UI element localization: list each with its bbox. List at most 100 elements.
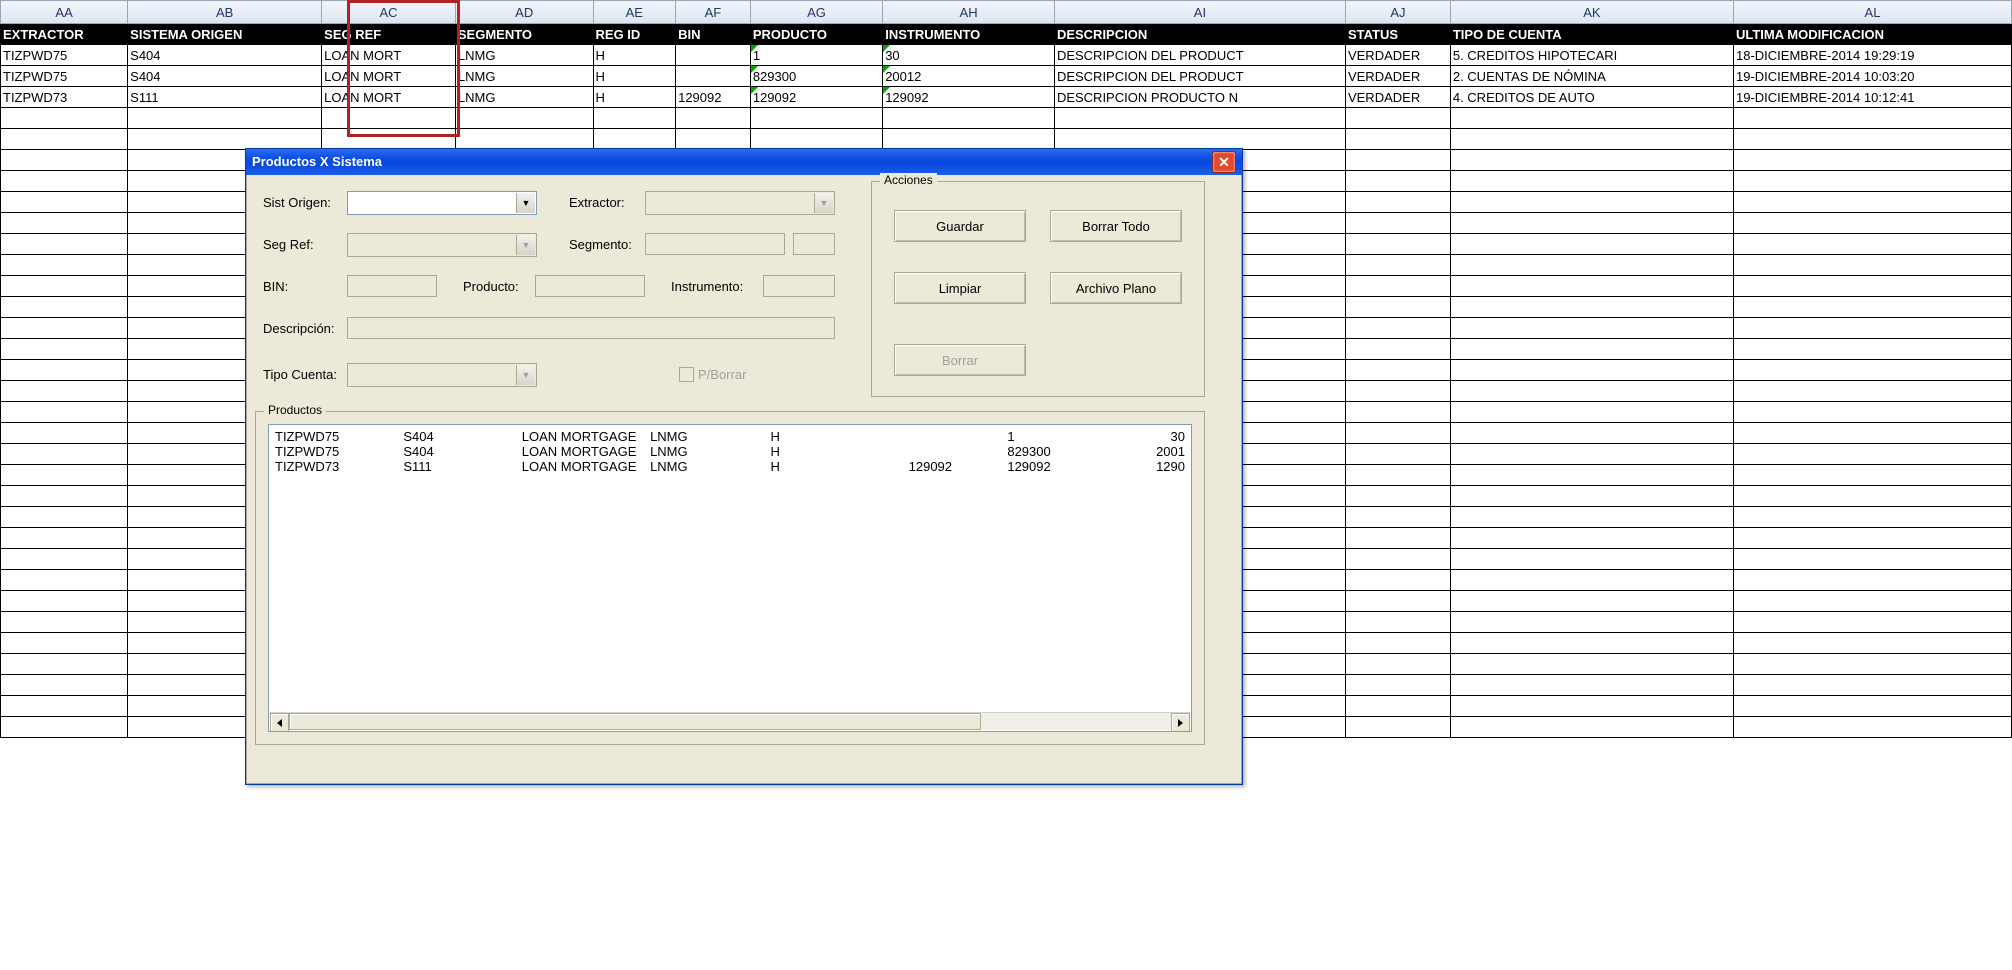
- cell[interactable]: DESCRIPCION DEL PRODUCT: [1054, 66, 1345, 87]
- cell[interactable]: [1734, 675, 2012, 696]
- cell[interactable]: [676, 108, 751, 129]
- column-header-AK[interactable]: AK: [1450, 1, 1733, 24]
- cell[interactable]: TIZPWD75: [1, 45, 128, 66]
- cell[interactable]: [1450, 507, 1733, 528]
- cell[interactable]: [1, 570, 128, 591]
- cell[interactable]: LNMG: [455, 45, 593, 66]
- field-header[interactable]: SEGMENTO: [455, 24, 593, 45]
- cell[interactable]: [883, 129, 1055, 150]
- cell[interactable]: [1345, 108, 1450, 129]
- cell[interactable]: [1734, 381, 2012, 402]
- cell[interactable]: [1345, 717, 1450, 738]
- cell[interactable]: [1450, 528, 1733, 549]
- cell[interactable]: [1345, 696, 1450, 717]
- cell[interactable]: [1450, 717, 1733, 738]
- cell[interactable]: [1, 150, 128, 171]
- field-header[interactable]: STATUS: [1345, 24, 1450, 45]
- cell[interactable]: [1345, 444, 1450, 465]
- cell[interactable]: 19-DICIEMBRE-2014 10:03:20: [1734, 66, 2012, 87]
- field-header[interactable]: EXTRACTOR: [1, 24, 128, 45]
- cell[interactable]: [1345, 612, 1450, 633]
- cell[interactable]: [1734, 696, 2012, 717]
- cell[interactable]: [1345, 150, 1450, 171]
- cell[interactable]: [1734, 444, 2012, 465]
- archivo-plano-button[interactable]: Archivo Plano: [1050, 272, 1182, 304]
- cell[interactable]: [1734, 654, 2012, 675]
- borrar-todo-button[interactable]: Borrar Todo: [1050, 210, 1182, 242]
- cell[interactable]: [1345, 465, 1450, 486]
- scroll-track[interactable]: [289, 713, 1171, 730]
- cell[interactable]: [1, 654, 128, 675]
- cell[interactable]: [128, 129, 322, 150]
- column-header-AB[interactable]: AB: [128, 1, 322, 24]
- cell[interactable]: [128, 108, 322, 129]
- cell[interactable]: 18-DICIEMBRE-2014 19:29:19: [1734, 45, 2012, 66]
- cell[interactable]: [1450, 465, 1733, 486]
- cell[interactable]: 129092: [750, 87, 882, 108]
- cell[interactable]: [1734, 570, 2012, 591]
- column-header-AA[interactable]: AA: [1, 1, 128, 24]
- cell[interactable]: [593, 108, 676, 129]
- cell[interactable]: [1734, 633, 2012, 654]
- cell[interactable]: [1734, 213, 2012, 234]
- column-header-AJ[interactable]: AJ: [1345, 1, 1450, 24]
- cell[interactable]: [1734, 423, 2012, 444]
- limpiar-button[interactable]: Limpiar: [894, 272, 1026, 304]
- cell[interactable]: [1734, 528, 2012, 549]
- cell[interactable]: [1345, 402, 1450, 423]
- cell[interactable]: 829300: [750, 66, 882, 87]
- cell[interactable]: [1, 255, 128, 276]
- cell[interactable]: [1345, 675, 1450, 696]
- cell[interactable]: [1345, 570, 1450, 591]
- cell[interactable]: [1, 423, 128, 444]
- cell[interactable]: [750, 129, 882, 150]
- cell[interactable]: [1345, 423, 1450, 444]
- scroll-right-button[interactable]: [1171, 713, 1190, 732]
- cell[interactable]: [750, 108, 882, 129]
- cell[interactable]: DESCRIPCION PRODUCTO N: [1054, 87, 1345, 108]
- dialog-titlebar[interactable]: Productos X Sistema ✕: [246, 149, 1242, 175]
- cell[interactable]: [1734, 150, 2012, 171]
- cell[interactable]: [1450, 612, 1733, 633]
- cell[interactable]: [1450, 549, 1733, 570]
- cell[interactable]: [1734, 591, 2012, 612]
- cell[interactable]: 129092: [883, 87, 1055, 108]
- cell[interactable]: [1, 402, 128, 423]
- field-header[interactable]: PRODUCTO: [750, 24, 882, 45]
- column-header-AG[interactable]: AG: [750, 1, 882, 24]
- column-header-AH[interactable]: AH: [883, 1, 1055, 24]
- cell[interactable]: [593, 129, 676, 150]
- cell[interactable]: [676, 129, 751, 150]
- cell[interactable]: TIZPWD73: [1, 87, 128, 108]
- cell[interactable]: [1450, 381, 1733, 402]
- cell[interactable]: [1450, 150, 1733, 171]
- cell[interactable]: [1450, 423, 1733, 444]
- cell[interactable]: [1450, 360, 1733, 381]
- cell[interactable]: [1734, 129, 2012, 150]
- cell[interactable]: [1450, 696, 1733, 717]
- list-item[interactable]: TIZPWD75S404LOAN MORTGAGELNMGH8293002001: [275, 444, 1185, 459]
- cell[interactable]: S404: [128, 45, 322, 66]
- cell[interactable]: [1450, 654, 1733, 675]
- cell[interactable]: [1345, 234, 1450, 255]
- cell[interactable]: [1345, 633, 1450, 654]
- cell[interactable]: [1, 717, 128, 738]
- cell[interactable]: [322, 129, 456, 150]
- cell[interactable]: [1, 591, 128, 612]
- cell[interactable]: [1734, 276, 2012, 297]
- cell[interactable]: [1734, 402, 2012, 423]
- cell[interactable]: 129092: [676, 87, 751, 108]
- cell[interactable]: [1, 171, 128, 192]
- cell[interactable]: 19-DICIEMBRE-2014 10:12:41: [1734, 87, 2012, 108]
- cell[interactable]: [322, 108, 456, 129]
- cell[interactable]: LNMG: [455, 66, 593, 87]
- cell[interactable]: [1450, 591, 1733, 612]
- cell[interactable]: [1345, 171, 1450, 192]
- cell[interactable]: [1734, 612, 2012, 633]
- cell[interactable]: [1345, 255, 1450, 276]
- cell[interactable]: [1, 465, 128, 486]
- cell[interactable]: VERDADER: [1345, 87, 1450, 108]
- cell[interactable]: 1: [750, 45, 882, 66]
- cell[interactable]: [676, 45, 751, 66]
- cell[interactable]: [1345, 654, 1450, 675]
